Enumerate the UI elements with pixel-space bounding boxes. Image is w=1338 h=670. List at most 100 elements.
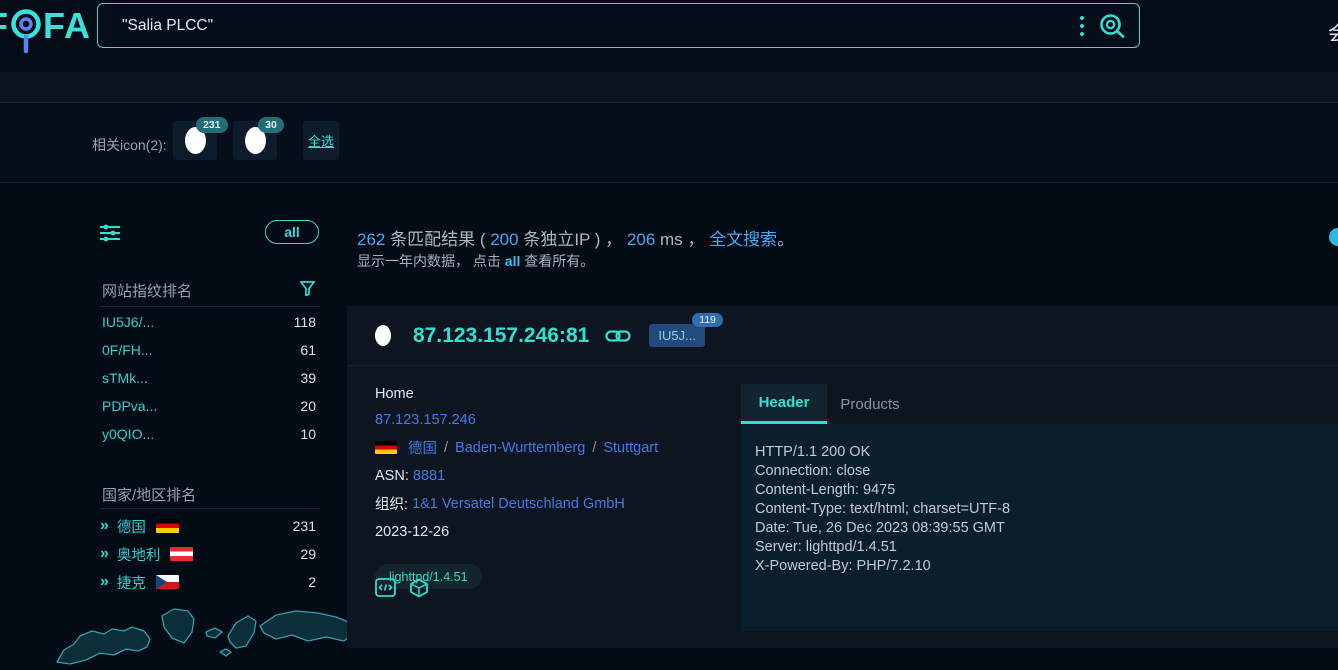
- logo-letters-fa: FA: [43, 6, 91, 46]
- country-name[interactable]: 德国: [117, 516, 146, 537]
- http-header-line: Server: lighttpd/1.4.51: [755, 538, 1338, 557]
- tab-header[interactable]: Header: [741, 384, 827, 424]
- site-title: Home: [375, 386, 735, 402]
- asn-label: ASN:: [375, 468, 409, 484]
- country-item[interactable]: » 捷克 2: [100, 572, 316, 592]
- link-chain-icon[interactable]: [605, 328, 631, 344]
- fingerprint-badge-count: 119: [692, 313, 723, 327]
- fingerprint-badge[interactable]: IU5J... 119: [649, 324, 705, 347]
- fingerprint-count: 10: [300, 426, 316, 442]
- expand-chevrons-icon[interactable]: »: [100, 575, 109, 589]
- fingerprint-item[interactable]: sTMk... 39: [102, 368, 316, 388]
- country-ranking-title: 国家/地区排名: [102, 484, 196, 505]
- ip-port-link[interactable]: 87.123.157.246:81: [413, 324, 589, 348]
- sub-toolbar-band: [0, 72, 1338, 103]
- fingerprint-name[interactable]: IU5J6/...: [102, 314, 154, 330]
- fingerprint-item[interactable]: PDPva... 20: [102, 396, 316, 416]
- top-right-menu-partial[interactable]: 会: [1328, 17, 1338, 41]
- http-header-line: Date: Tue, 26 Dec 2023 08:39:55 GMT: [755, 519, 1338, 538]
- favicon-count-badge-2: 30: [258, 117, 284, 133]
- floating-action-button-partial[interactable]: [1329, 228, 1338, 246]
- fingerprint-item[interactable]: IU5J6/... 118: [102, 312, 316, 332]
- total-count: 262: [357, 230, 385, 249]
- ip-link[interactable]: 87.123.157.246: [375, 412, 476, 428]
- fingerprint-name[interactable]: 0F/FH...: [102, 342, 153, 358]
- fingerprint-count: 118: [294, 314, 316, 330]
- org-label: 组织:: [375, 493, 408, 514]
- host-details: Home 87.123.157.246 德国 / Baden-Wurttembe…: [375, 386, 735, 589]
- fingerprint-name[interactable]: y0QIO...: [102, 426, 154, 442]
- fofa-logo[interactable]: F FA: [0, 6, 91, 54]
- country-item[interactable]: » 奥地利 29: [100, 544, 316, 564]
- country-name[interactable]: 捷克: [117, 572, 146, 593]
- expand-chevrons-icon[interactable]: »: [100, 519, 109, 533]
- expand-chevrons-icon[interactable]: »: [100, 547, 109, 561]
- all-link[interactable]: all: [505, 253, 521, 269]
- funnel-filter-icon[interactable]: [300, 281, 315, 296]
- fofa-search-page: F FA 会 相关icon(2):: [0, 0, 1338, 658]
- fingerprint-ranking-title: 网站指纹排名: [102, 280, 192, 301]
- site-favicon: [375, 325, 391, 346]
- divider: [100, 306, 320, 307]
- org-row: 组织: 1&1 Versatel Deutschland GmbH: [375, 493, 735, 514]
- top-header: F FA 会: [0, 0, 1338, 72]
- sidebar: all 网站指纹排名 IU5J6/... 118 0F/FH... 61 sTM…: [0, 184, 346, 658]
- country-link[interactable]: 德国: [408, 437, 437, 458]
- logo-letter-f: F: [0, 6, 9, 46]
- flag-germany: [156, 519, 179, 533]
- search-icon[interactable]: [1099, 13, 1125, 39]
- favicon-count-badge-1: 231: [196, 117, 228, 133]
- search-options-kebab-icon[interactable]: [1075, 12, 1089, 40]
- search-input[interactable]: [98, 17, 1075, 35]
- country-count: 231: [293, 518, 316, 534]
- fingerprint-count: 61: [300, 342, 316, 358]
- http-header-line: Connection: close: [755, 462, 1338, 481]
- unique-ip-count: 200: [490, 230, 518, 249]
- fingerprint-name[interactable]: PDPva...: [102, 398, 157, 414]
- flag-austria: [170, 547, 193, 561]
- country-name[interactable]: 奥地利: [117, 544, 161, 565]
- org-link[interactable]: 1&1 Versatel Deutschland GmbH: [412, 496, 625, 512]
- fingerprint-name[interactable]: sTMk...: [102, 370, 148, 386]
- country-count: 2: [308, 574, 316, 590]
- related-icon-label: 相关icon(2):: [92, 135, 167, 155]
- card-footer-icons: [375, 578, 429, 603]
- select-all-button[interactable]: 全选: [303, 121, 339, 160]
- filter-sliders-icon[interactable]: [100, 224, 120, 242]
- result-card-header: 87.123.157.246:81 IU5J... 119: [347, 306, 1338, 366]
- divider: [100, 508, 320, 509]
- http-header-line: Content-Length: 9475: [755, 481, 1338, 500]
- http-header-panel: HTTP/1.1 200 OK Connection: close Conten…: [741, 424, 1338, 631]
- fingerprint-count: 20: [300, 398, 316, 414]
- flag-czech: [156, 575, 179, 589]
- asn-row: ASN: 8881: [375, 468, 735, 484]
- http-header-line: X-Powered-By: PHP/7.2.10: [755, 557, 1338, 576]
- result-card: 87.123.157.246:81 IU5J... 119 Home 87.12…: [347, 306, 1338, 648]
- city-link[interactable]: Stuttgart: [603, 440, 658, 456]
- asn-link[interactable]: 8881: [413, 468, 445, 484]
- all-toggle-button[interactable]: all: [265, 220, 319, 244]
- region-link[interactable]: Baden-Wurttemberg: [455, 440, 585, 456]
- fingerprint-count: 39: [300, 370, 316, 386]
- results-note: 显示一年内数据， 点击 all 查看所有。: [357, 251, 594, 271]
- country-count: 29: [300, 546, 316, 562]
- fulltext-search-link[interactable]: 全文搜索: [709, 230, 777, 249]
- product-cube-icon[interactable]: [409, 578, 429, 603]
- tab-products[interactable]: Products: [827, 384, 913, 424]
- location-row: 德国 / Baden-Wurttemberg / Stuttgart: [375, 437, 735, 458]
- results-summary: 262 条匹配结果 ( 200 条独立IP ) ， 206 ms ， 全文搜索。: [357, 225, 794, 250]
- related-icon-filter-row: 相关icon(2): 231 30 全选: [0, 104, 1338, 183]
- detail-tabs: Header Products: [741, 384, 913, 424]
- flag-germany: [375, 441, 397, 454]
- fofa-o-icon: [10, 8, 42, 54]
- source-code-icon[interactable]: [375, 578, 396, 603]
- http-header-line: HTTP/1.1 200 OK: [755, 443, 1338, 462]
- http-header-line: Content-Type: text/html; charset=UTF-8: [755, 500, 1338, 519]
- fingerprint-item[interactable]: 0F/FH... 61: [102, 340, 316, 360]
- query-time: 206: [627, 230, 655, 249]
- world-map: [52, 600, 357, 670]
- fingerprint-badge-label: IU5J...: [658, 328, 696, 343]
- country-item[interactable]: » 德国 231: [100, 516, 316, 536]
- search-bar[interactable]: [97, 3, 1140, 48]
- fingerprint-item[interactable]: y0QIO... 10: [102, 424, 316, 444]
